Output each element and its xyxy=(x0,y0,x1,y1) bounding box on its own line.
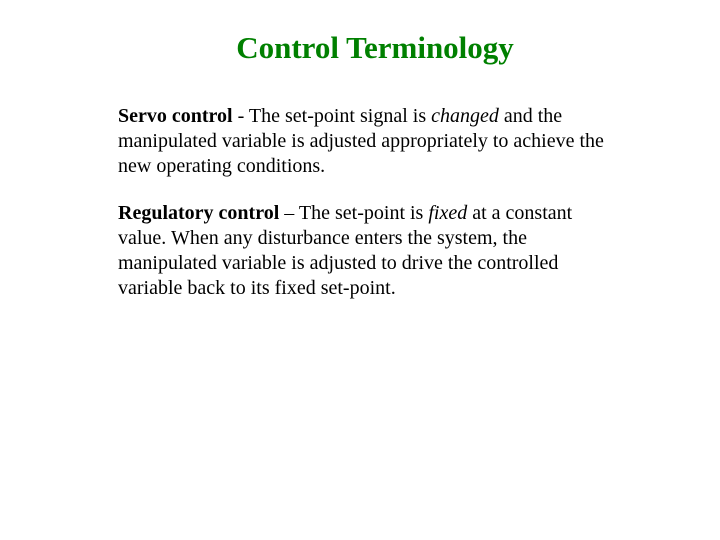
servo-sep: - The set-point signal is xyxy=(233,105,432,127)
page-title: Control Terminology xyxy=(50,30,660,66)
regulatory-control-paragraph: Regulatory control – The set-point is fi… xyxy=(118,201,625,301)
servo-emphasis: changed xyxy=(431,105,499,127)
regulatory-emphasis: fixed xyxy=(428,202,467,224)
servo-term: Servo control xyxy=(118,105,233,127)
content-area: Servo control - The set-point signal is … xyxy=(50,104,660,301)
regulatory-term: Regulatory control xyxy=(118,202,279,224)
servo-control-paragraph: Servo control - The set-point signal is … xyxy=(118,104,625,179)
regulatory-sep: – The set-point is xyxy=(279,202,428,224)
